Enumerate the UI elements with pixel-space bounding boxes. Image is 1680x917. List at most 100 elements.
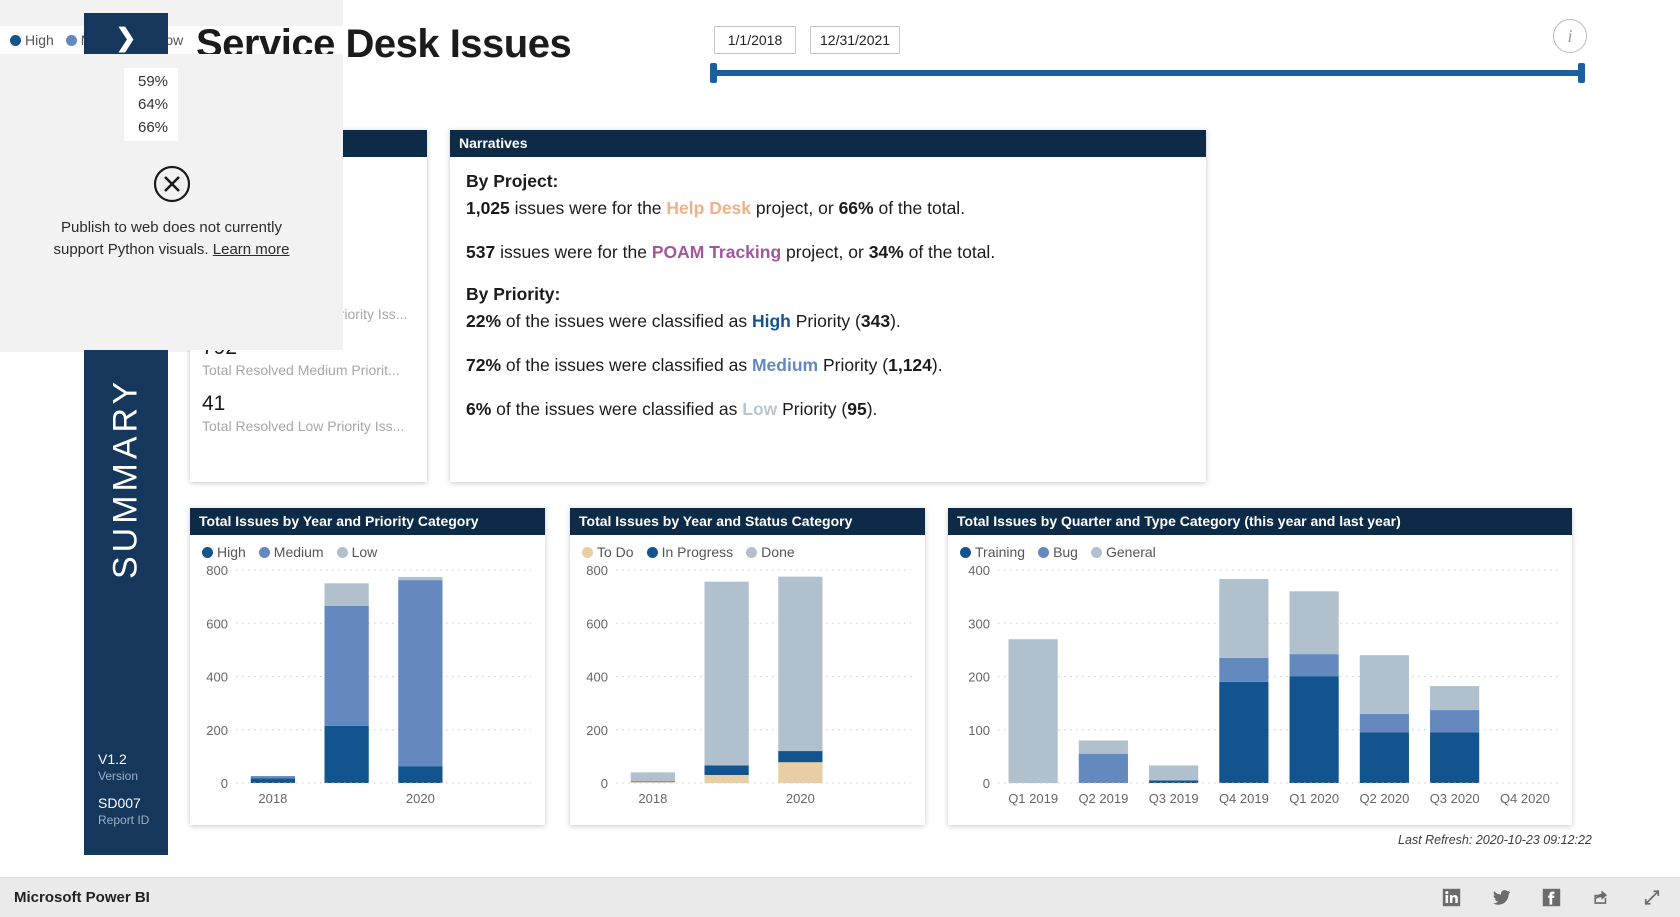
narrative-priority-name: Medium (751, 355, 819, 375)
svg-text:Q2 2019: Q2 2019 (1078, 791, 1128, 806)
narrative-priority-name: High (751, 311, 791, 331)
chart3-svg: 0 100 200 300 400 Q1 2019 Q2 2019 Q3 2019 Q4 201… (968, 563, 1560, 806)
legend-item-done[interactable]: Done (746, 544, 795, 560)
chart1-svg: 0 200 400 600 800 2018 2020 (206, 563, 531, 806)
svg-text:Q4 2019: Q4 2019 (1219, 791, 1269, 806)
legend-item-medium[interactable]: Medium (258, 544, 324, 560)
svg-text:800: 800 (586, 563, 608, 578)
python-error-text: Publish to web does not currently suppor… (0, 217, 343, 261)
legend-item-high[interactable]: High (202, 544, 246, 560)
legend-item-training[interactable]: Training (960, 544, 1025, 560)
fullscreen-icon[interactable] (1642, 888, 1662, 907)
footer-icon-group (1442, 888, 1662, 907)
slider-handle-left[interactable] (710, 63, 717, 83)
python-visual-plot: 59% 64% 66% Publish to web does not curr… (0, 54, 343, 350)
chart2-plot[interactable]: 0 200 400 600 800 2018 2020 (570, 562, 925, 817)
powerbi-brand-label: Microsoft Power BI (14, 889, 150, 906)
legend-label: In Progress (661, 544, 734, 560)
learn-more-link[interactable]: Learn more (213, 241, 290, 258)
narrative-text: Priority ( (818, 355, 889, 375)
svg-text:0: 0 (983, 776, 990, 791)
narrative-count: 1,124 (888, 355, 932, 375)
metric-value: 41 (202, 392, 226, 415)
narrative-priority-line-2: 72% of the issues were classified as Med… (466, 353, 1190, 378)
svg-text:100: 100 (968, 723, 990, 738)
legend-item-bug[interactable]: Bug (1038, 544, 1078, 560)
version-value: V1.2 (98, 751, 127, 767)
narrative-percent: 72% (466, 355, 502, 375)
python-percent-label: 64% (138, 96, 169, 113)
svg-text:200: 200 (206, 723, 228, 738)
svg-text:2020: 2020 (406, 791, 435, 806)
legend-dot-icon (646, 546, 658, 558)
legend-dot-icon (1090, 546, 1102, 558)
metric-label: Total Resolved Low Priority Iss... (202, 418, 405, 434)
legend-dot-icon (336, 546, 348, 558)
narrative-count: 537 (466, 242, 496, 262)
twitter-icon[interactable] (1491, 888, 1512, 907)
legend-dot-icon (746, 546, 758, 558)
narrative-project-line-2: 537 issues were for the POAM Tracking pr… (466, 240, 1190, 265)
legend-item-high: High (10, 32, 54, 48)
chart3-plot[interactable]: 0 100 200 300 400 Q1 2019 Q2 2019 Q3 2019 Q4 201… (948, 562, 1572, 817)
date-end-input[interactable]: 12/31/2021 (810, 26, 901, 54)
python-percent-labels: 59% 64% 66% (124, 68, 179, 141)
svg-text:Q3 2019: Q3 2019 (1149, 791, 1199, 806)
chart-card-status: Total Issues by Year and Status Category… (570, 508, 925, 825)
narrative-project-name: Help Desk (666, 198, 752, 218)
svg-text:600: 600 (586, 616, 608, 631)
sidebar-expand-icon[interactable]: ❯ (84, 21, 168, 55)
metric-label: Total Resolved Medium Priorit... (202, 362, 400, 378)
svg-text:2018: 2018 (258, 791, 287, 806)
narrative-text: of the total. (873, 198, 966, 218)
legend-item-general[interactable]: General (1090, 544, 1156, 560)
narrative-text: of the issues were classified as (491, 399, 743, 419)
metric-item: 41 Total Resolved Low Priority Iss... (202, 391, 415, 436)
narrative-count: 95 (847, 399, 867, 419)
chart-card-priority: Total Issues by Year and Priority Catego… (190, 508, 545, 825)
legend-dot-icon (582, 546, 593, 558)
legend-item-inprogress[interactable]: In Progress (646, 544, 734, 560)
svg-text:600: 600 (206, 616, 228, 631)
svg-text:Q3 2020: Q3 2020 (1430, 791, 1480, 806)
powerbi-footer-bar: Microsoft Power BI (0, 877, 1680, 917)
narrative-percent: 66% (838, 198, 874, 218)
legend-item-todo[interactable]: To Do (582, 544, 634, 560)
python-error-line-1: Publish to web does not currently (61, 219, 282, 236)
svg-text:400: 400 (586, 670, 608, 685)
narrative-count: 343 (860, 311, 891, 331)
svg-text:Q1 2019: Q1 2019 (1008, 791, 1058, 806)
chart2-title: Total Issues by Year and Status Category (570, 508, 925, 535)
slider-handle-right[interactable] (1578, 63, 1585, 83)
date-start-input[interactable]: 1/1/2018 (714, 26, 796, 54)
info-icon[interactable]: i (1553, 19, 1587, 53)
narrative-text: ). (866, 399, 878, 419)
narrative-text: issues were for the (509, 198, 667, 218)
narrative-heading-priority: By Priority: (466, 284, 561, 304)
legend-label: High (25, 32, 54, 48)
svg-text:2020: 2020 (786, 791, 815, 806)
svg-text:0: 0 (601, 776, 608, 791)
legend-item-low[interactable]: Low (336, 544, 377, 560)
date-range-slider[interactable] (712, 70, 1584, 76)
svg-text:200: 200 (968, 670, 990, 685)
facebook-icon[interactable] (1542, 888, 1561, 907)
legend-dot-icon (10, 34, 21, 46)
linkedin-icon[interactable] (1442, 888, 1461, 907)
svg-text:200: 200 (586, 723, 608, 738)
narrative-text: ). (931, 355, 943, 375)
narrative-priority-line-1: 22% of the issues were classified as Hig… (466, 309, 1190, 334)
narratives-card-title: Narratives (450, 130, 1206, 157)
legend-label: Done (761, 544, 795, 560)
narrative-text: Priority ( (790, 311, 861, 331)
legend-label: Bug (1053, 544, 1078, 560)
share-icon[interactable] (1591, 888, 1612, 907)
narrative-text: ). (890, 311, 901, 331)
narrative-heading-project: By Project: (466, 171, 559, 191)
narrative-text: Priority ( (777, 399, 848, 419)
svg-text:Q1 2020: Q1 2020 (1289, 791, 1339, 806)
python-percent-label: 59% (138, 73, 169, 90)
chart1-plot[interactable]: 0 200 400 600 800 2018 2020 (190, 562, 545, 817)
legend-label: General (1105, 544, 1156, 560)
narrative-percent: 6% (466, 399, 492, 419)
